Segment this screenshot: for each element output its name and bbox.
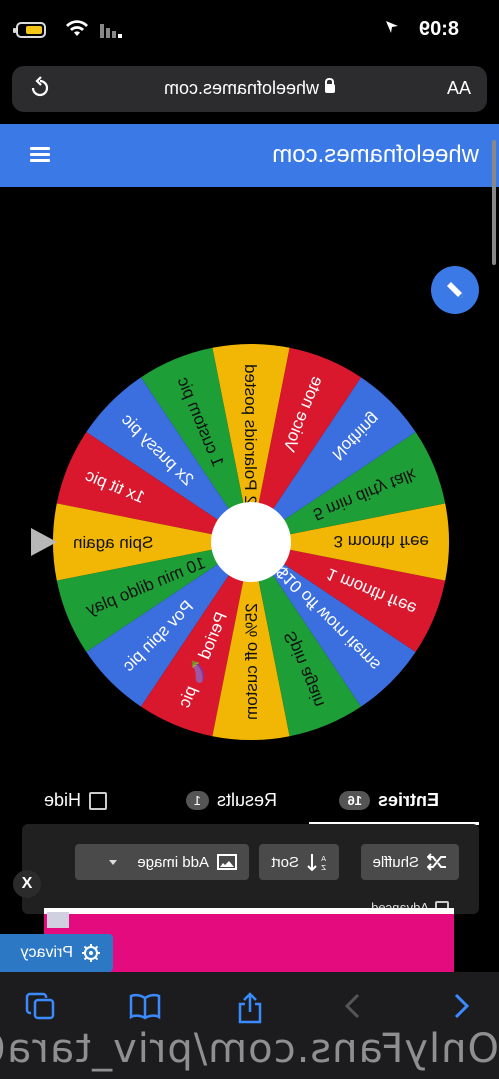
ad-banner-top-strip bbox=[44, 908, 454, 914]
shuffle-button[interactable]: Shuffle bbox=[360, 844, 459, 880]
forward-icon[interactable] bbox=[343, 992, 363, 1020]
edit-wheel-button[interactable] bbox=[431, 266, 479, 314]
shuffle-icon bbox=[427, 853, 446, 871]
signal-icon bbox=[100, 24, 122, 38]
add-image-button[interactable]: Add image bbox=[75, 844, 249, 880]
add-image-label: Add image bbox=[137, 853, 209, 871]
wheel-center[interactable] bbox=[211, 502, 291, 582]
lock-icon bbox=[325, 84, 336, 93]
svg-text:A: A bbox=[321, 855, 326, 863]
url-text: wheelofnames.com bbox=[163, 78, 320, 98]
hide-toggle[interactable]: Hide bbox=[44, 790, 107, 811]
page-scrollbar[interactable] bbox=[492, 140, 496, 265]
wifi-icon bbox=[66, 20, 88, 36]
wheel-pointer bbox=[31, 528, 57, 556]
site-title[interactable]: wheelofnames.com bbox=[272, 141, 479, 169]
wheel-segment-label: 25% off custom bbox=[242, 603, 261, 720]
battery-low-power-icon bbox=[16, 22, 46, 38]
entries-count-badge: 16 bbox=[339, 791, 370, 810]
sort-icon: AZ bbox=[307, 854, 326, 871]
bookmarks-icon[interactable] bbox=[129, 992, 161, 1020]
tab-results-label: Results bbox=[216, 790, 277, 810]
gear-icon bbox=[82, 944, 100, 962]
hide-label: Hide bbox=[43, 790, 81, 810]
clock: 8:09 bbox=[418, 18, 459, 40]
hamburger-menu-icon[interactable] bbox=[30, 147, 50, 163]
sort-button[interactable]: AZ Sort bbox=[259, 844, 339, 880]
hide-checkbox[interactable] bbox=[89, 791, 107, 810]
shuffle-label: Shuffle bbox=[372, 853, 419, 871]
close-ad-button[interactable]: X bbox=[13, 870, 41, 898]
status-bar: 8:09 bbox=[0, 0, 499, 62]
sort-label: Sort bbox=[271, 853, 299, 871]
site-header: wheelofnames.com bbox=[0, 124, 499, 187]
url-display[interactable]: wheelofnames.com bbox=[12, 78, 487, 99]
privacy-button[interactable]: Privacy bbox=[0, 934, 113, 972]
wheel-segment-label: 2 Polaroids posted bbox=[241, 364, 260, 505]
privacy-label: Privacy bbox=[20, 944, 73, 961]
tab-entries-label: Entries bbox=[377, 790, 439, 810]
location-arrow-icon bbox=[386, 21, 398, 33]
reload-icon[interactable] bbox=[28, 76, 52, 100]
chevron-down-icon bbox=[109, 859, 118, 865]
wheel-segment-label: Spin again bbox=[73, 533, 153, 552]
tab-results[interactable]: Results 1 bbox=[185, 790, 277, 811]
tabs-icon[interactable] bbox=[25, 992, 55, 1022]
svg-text:Z: Z bbox=[321, 864, 326, 871]
ad-choices-icon[interactable] bbox=[47, 912, 69, 928]
watermark-text: OnlyFans.com/priv_tara69 bbox=[0, 1026, 499, 1072]
entries-panel: Shuffle AZ Sort Add image Advanced bbox=[22, 824, 479, 915]
mirrored-screen: 8:09 AA wheelofnames.com wheelofnames.co… bbox=[0, 0, 499, 1079]
entries-tabs: Entries 16 Results 1 Hide bbox=[0, 780, 499, 825]
image-icon bbox=[217, 854, 237, 870]
back-icon[interactable] bbox=[451, 992, 471, 1020]
tab-entries[interactable]: Entries 16 bbox=[339, 790, 439, 811]
share-icon[interactable] bbox=[237, 992, 263, 1024]
wheel[interactable]: 2 Polaroids posted1 custom pic2x pussy p… bbox=[51, 342, 451, 742]
close-ad-label: X bbox=[21, 875, 33, 892]
results-count-badge: 1 bbox=[185, 791, 209, 810]
pencil-icon bbox=[447, 282, 463, 298]
address-bar[interactable]: AA wheelofnames.com bbox=[12, 66, 487, 112]
wheel-segment-label: 3 month free bbox=[334, 532, 429, 551]
